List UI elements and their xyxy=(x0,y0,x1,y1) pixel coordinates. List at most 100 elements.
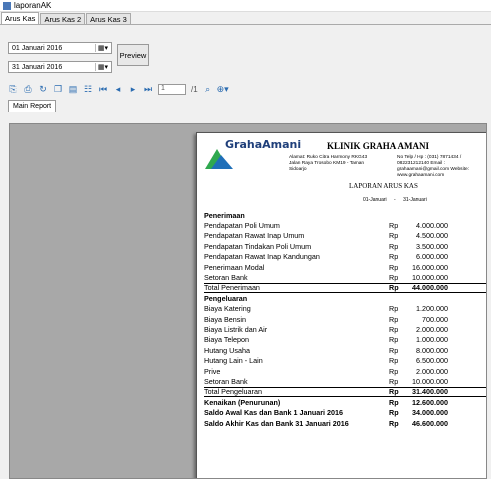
row-label: Total Pengeluaran xyxy=(204,387,262,397)
last-page-icon[interactable]: ⏭ xyxy=(143,84,153,94)
row-currency: Rp xyxy=(389,335,399,345)
row-label: Kenaikan (Penurunan) xyxy=(204,397,281,407)
row-currency: Rp xyxy=(389,356,399,366)
row-label: Saldo Awal Kas dan Bank 1 Januari 2016 xyxy=(204,408,344,418)
row-label: Setoran Bank xyxy=(204,273,248,283)
table-row: Hutang Usaha Rp 8.000.000 xyxy=(204,345,486,355)
report-title: LAPORAN ARUS KAS xyxy=(349,182,418,190)
refresh-icon[interactable]: ↻ xyxy=(38,84,48,94)
clinic-name: KLINIK GRAHA AMANI xyxy=(327,141,430,151)
find-icon[interactable]: ⌕ xyxy=(203,84,213,94)
row-label: Hutang Lain - Lain xyxy=(204,356,263,366)
row-label: Setoran Bank xyxy=(204,376,248,386)
tab-arus-kas[interactable]: Arus Kas xyxy=(1,12,40,24)
row-amount: 10.000.000 xyxy=(412,376,448,386)
app-icon xyxy=(3,1,11,10)
table-row: Pendapatan Rawat Inap Kandungan Rp 6.000.0… xyxy=(204,252,486,262)
row-label: Pendapatan Rawat Inap Umum xyxy=(204,231,305,241)
table-row: Setoran Bank Rp 10.000.000 xyxy=(204,376,486,386)
row-currency: Rp xyxy=(389,231,399,241)
row-amount: 16.000.000 xyxy=(412,262,448,272)
report-page: GrahaAmani KLINIK GRAHA AMANI Alamat: Ru… xyxy=(196,132,486,478)
table-row: Saldo Awal Kas dan Bank 1 Januari 2016 Rp… xyxy=(204,407,486,417)
page-total: /1 xyxy=(191,84,198,94)
table-row: Biaya Telepon Rp 1.000.000 xyxy=(204,335,486,345)
first-page-icon[interactable]: ⏮ xyxy=(98,84,108,94)
date-to-value: 31 Januari 2016 xyxy=(12,63,63,71)
report-period: 01-Januari - 31-Januari xyxy=(363,197,433,203)
row-amount: 10.000.000 xyxy=(412,273,448,283)
date-from-picker[interactable]: 01 Januari 2016 ▦▾ xyxy=(8,42,112,54)
date-to-picker[interactable]: 31 Januari 2016 ▦▾ xyxy=(8,61,112,73)
table-row: Saldo Akhir Kas dan Bank 31 Januari 2016… xyxy=(204,418,486,428)
table-row: Biaya Bensin Rp 700.000 xyxy=(204,314,486,324)
page-number-input[interactable]: 1 xyxy=(158,83,186,95)
row-currency: Rp xyxy=(389,283,399,293)
filter-panel: 01 Januari 2016 ▦▾ 31 Januari 2016 ▦▾ Pr… xyxy=(0,25,491,80)
row-currency: Rp xyxy=(389,304,399,314)
row-amount: 31.400.000 xyxy=(412,387,448,397)
row-currency: Rp xyxy=(389,376,399,386)
title-bar: laporanAK xyxy=(0,0,491,12)
row-amount: 3.500.000 xyxy=(416,241,448,251)
tab-arus-kas-2[interactable]: Arus Kas 2 xyxy=(40,13,86,24)
calendar-dropdown-icon[interactable]: ▦▾ xyxy=(94,63,108,71)
group-tree-icon[interactable]: ▤ xyxy=(68,84,78,94)
row-currency: Rp xyxy=(389,366,399,376)
tab-arus-kas-3[interactable]: Arus Kas 3 xyxy=(86,13,131,24)
row-amount: 4.500.000 xyxy=(416,231,448,241)
period-to: 31-Januari xyxy=(403,197,427,203)
table-row: Penerimaan xyxy=(204,210,486,220)
table-row: Pendapatan Tindakan Poli Umum Rp 3.500.000 xyxy=(204,241,486,251)
clinic-contact: No Telp / Hp : (031) 7871434 / 082231212… xyxy=(397,155,469,178)
row-label: Saldo Akhir Kas dan Bank 31 Januari 2016 xyxy=(204,418,349,428)
report-tab-bar: Main Report xyxy=(0,98,491,112)
report-toolbar: ⎘ ⎙ ↻ ❐ ▤ ☷ ⏮ ◂ ▸ ⏭ 1 /1 ⌕ ⊕▾ xyxy=(0,80,491,98)
copy-icon[interactable]: ❐ xyxy=(53,84,63,94)
zoom-icon[interactable]: ⊕▾ xyxy=(217,84,229,94)
table-row: Pendapatan Poli Umum Rp 4.000.000 xyxy=(204,220,486,230)
row-currency: Rp xyxy=(389,241,399,251)
row-amount: 8.000.000 xyxy=(416,345,448,355)
table-row: Total Penerimaan Rp 44.000.000 xyxy=(204,282,486,294)
export-icon[interactable]: ⎘ xyxy=(8,84,18,94)
row-currency: Rp xyxy=(389,408,399,418)
row-label: Penerimaan Modal xyxy=(204,262,265,272)
row-label: Pendapatan Rawat Inap Kandungan xyxy=(204,252,320,262)
row-amount: 12.600.000 xyxy=(412,397,448,407)
row-amount: 2.000.000 xyxy=(416,324,448,334)
table-row: Prive Rp 2.000.000 xyxy=(204,366,486,376)
calendar-dropdown-icon[interactable]: ▦▾ xyxy=(94,44,108,52)
row-amount: 1.000.000 xyxy=(416,335,448,345)
table-row: Biaya Katering Rp 1.200.000 xyxy=(204,304,486,314)
logo-text: GrahaAmani xyxy=(225,138,302,151)
row-amount: 4.000.000 xyxy=(416,221,448,231)
row-amount: 2.000.000 xyxy=(416,366,448,376)
row-label: Total Penerimaan xyxy=(204,283,260,293)
table-row: Penerimaan Modal Rp 16.000.000 xyxy=(204,262,486,272)
row-label: Hutang Usaha xyxy=(204,345,250,355)
table-row: Kenaikan (Penurunan) Rp 12.600.000 xyxy=(204,397,486,407)
next-page-icon[interactable]: ▸ xyxy=(128,84,138,94)
period-separator: - xyxy=(394,197,396,203)
row-amount: 46.600.000 xyxy=(412,418,448,428)
row-currency: Rp xyxy=(389,314,399,324)
row-currency: Rp xyxy=(389,324,399,334)
preview-button[interactable]: Preview xyxy=(117,44,149,66)
period-from: 01-Januari xyxy=(363,197,387,203)
row-amount: 44.000.000 xyxy=(412,283,448,293)
clinic-address: Alamat: Ruko Citra Harmony RKG43 Jalan R… xyxy=(289,155,368,172)
report-viewer[interactable]: GrahaAmani KLINIK GRAHA AMANI Alamat: Ru… xyxy=(9,123,487,479)
row-currency: Rp xyxy=(389,397,399,407)
print-icon[interactable]: ⎙ xyxy=(23,84,33,94)
parameter-icon[interactable]: ☷ xyxy=(83,84,93,94)
table-row: Pengeluaran xyxy=(204,293,486,303)
row-amount: 34.000.000 xyxy=(412,408,448,418)
prev-page-icon[interactable]: ◂ xyxy=(113,84,123,94)
cash-flow-table: Penerimaan Pendapatan Poli Umum Rp 4.000.00… xyxy=(204,210,486,428)
row-label: Pendapatan Poli Umum xyxy=(204,221,280,231)
row-currency: Rp xyxy=(389,273,399,283)
row-amount: 1.200.000 xyxy=(416,304,448,314)
tab-bar: Arus Kas Arus Kas 2 Arus Kas 3 xyxy=(0,12,491,25)
tab-main-report[interactable]: Main Report xyxy=(8,100,57,112)
